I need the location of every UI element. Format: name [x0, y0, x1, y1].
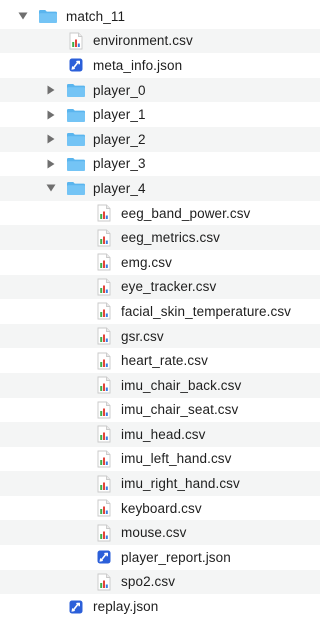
csv-file-icon	[96, 229, 112, 247]
file-row-imu-chair-seat-csv[interactable]: imu_chair_seat.csv	[0, 398, 320, 423]
csv-file-icon	[68, 32, 84, 50]
folder-row-player-1[interactable]: player_1	[0, 102, 320, 127]
disclosure-triangle-collapsed-icon[interactable]	[46, 134, 56, 144]
csv-file-icon	[96, 573, 112, 591]
item-label: player_report.json	[121, 549, 231, 565]
file-row-facial-skin-temperature-csv[interactable]: facial_skin_temperature.csv	[0, 299, 320, 324]
folder-row-player-3[interactable]: player_3	[0, 152, 320, 177]
csv-file-icon	[96, 278, 112, 296]
folder-icon	[66, 82, 86, 98]
file-row-mouse-csv[interactable]: mouse.csv	[0, 520, 320, 546]
item-label: emg.csv	[121, 254, 172, 270]
csv-file-icon	[96, 352, 112, 370]
file-tree: match_11 environment.csv meta_info.jsonpla…	[0, 0, 320, 614]
item-label: eye_tracker.csv	[121, 279, 217, 295]
disclosure-triangle-expanded-icon[interactable]	[46, 183, 56, 193]
item-label: eeg_band_power.csv	[121, 205, 251, 221]
folder-icon	[66, 180, 86, 196]
folder-icon	[66, 107, 86, 123]
csv-file-icon	[96, 499, 112, 517]
file-row-heart-rate-csv[interactable]: heart_rate.csv	[0, 348, 320, 373]
disclosure-triangle-expanded-icon[interactable]	[18, 11, 28, 21]
csv-file-icon	[96, 376, 112, 394]
disclosure-triangle-collapsed-icon[interactable]	[46, 85, 56, 95]
csv-file-icon	[96, 475, 112, 493]
disclosure-triangle-collapsed-icon[interactable]	[46, 159, 56, 169]
csv-file-icon	[96, 524, 112, 542]
file-row-meta-info-json[interactable]: meta_info.json	[0, 53, 320, 78]
item-label: facial_skin_temperature.csv	[121, 303, 292, 319]
file-row-eye-tracker-csv[interactable]: eye_tracker.csv	[0, 274, 320, 300]
item-label: player_2	[93, 131, 146, 147]
json-file-icon	[68, 57, 84, 73]
file-row-eeg-band-power-csv[interactable]: eeg_band_power.csv	[0, 201, 320, 226]
folder-row-player-4[interactable]: player_4	[0, 176, 320, 201]
item-label: player_3	[93, 156, 146, 172]
item-label: keyboard.csv	[121, 500, 202, 516]
item-label: player_0	[93, 82, 146, 98]
file-row-imu-head-csv[interactable]: imu_head.csv	[0, 422, 320, 447]
item-label: eeg_metrics.csv	[121, 230, 221, 246]
file-row-keyboard-csv[interactable]: keyboard.csv	[0, 496, 320, 521]
item-label: match_11	[66, 8, 126, 24]
item-label: gsr.csv	[121, 328, 164, 344]
disclosure-triangle-collapsed-icon[interactable]	[46, 110, 56, 120]
file-row-imu-right-hand-csv[interactable]: imu_right_hand.csv	[0, 471, 320, 496]
file-row-gsr-csv[interactable]: gsr.csv	[0, 323, 320, 349]
item-label: heart_rate.csv	[121, 353, 208, 369]
item-label: imu_head.csv	[121, 426, 206, 442]
item-label: meta_info.json	[93, 57, 183, 73]
file-row-spo2-csv[interactable]: spo2.csv	[0, 569, 320, 595]
csv-file-icon	[96, 327, 112, 345]
item-label: player_4	[93, 180, 146, 196]
csv-file-icon	[96, 253, 112, 271]
folder-row-player-2[interactable]: player_2	[0, 126, 320, 152]
folder-row-player-0[interactable]: player_0	[0, 77, 320, 103]
item-label: imu_left_hand.csv	[121, 451, 232, 467]
file-row-imu-left-hand-csv[interactable]: imu_left_hand.csv	[0, 447, 320, 472]
item-label: imu_chair_back.csv	[121, 377, 242, 393]
item-label: imu_right_hand.csv	[121, 476, 240, 492]
folder-row-match-11[interactable]: match_11	[0, 4, 320, 29]
item-label: spo2.csv	[121, 574, 176, 590]
json-file-icon	[96, 549, 112, 565]
file-row-emg-csv[interactable]: emg.csv	[0, 250, 320, 275]
file-row-player-report-json[interactable]: player_report.json	[0, 545, 320, 570]
item-label: mouse.csv	[121, 525, 187, 541]
item-label: imu_chair_seat.csv	[121, 402, 239, 418]
csv-file-icon	[96, 425, 112, 443]
csv-file-icon	[96, 450, 112, 468]
folder-icon	[66, 156, 86, 172]
file-row-environment-csv[interactable]: environment.csv	[0, 28, 320, 54]
item-label: environment.csv	[93, 33, 193, 49]
folder-icon	[38, 8, 58, 24]
file-row-imu-chair-back-csv[interactable]: imu_chair_back.csv	[0, 372, 320, 398]
csv-file-icon	[96, 204, 112, 222]
csv-file-icon	[96, 401, 112, 419]
folder-icon	[66, 131, 86, 147]
csv-file-icon	[96, 302, 112, 320]
file-row-eeg-metrics-csv[interactable]: eeg_metrics.csv	[0, 225, 320, 250]
item-label: player_1	[93, 107, 146, 123]
